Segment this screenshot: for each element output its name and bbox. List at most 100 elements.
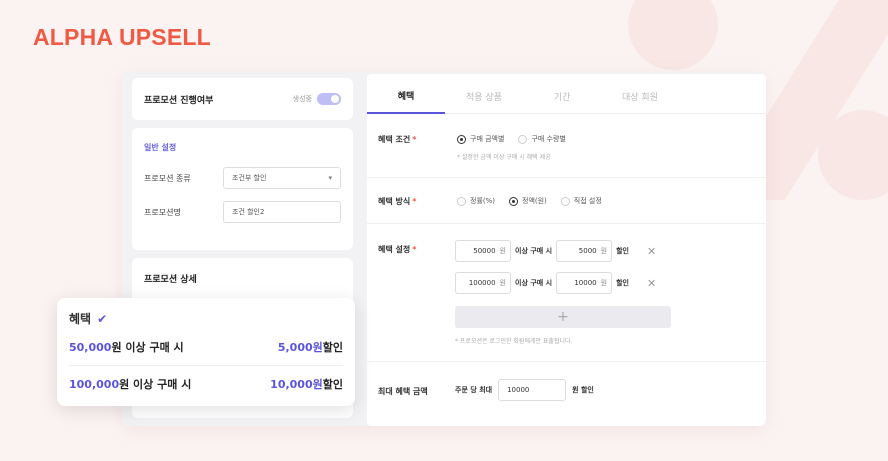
- promotion-name-value: 조건 할인2: [232, 208, 265, 216]
- active-toggle[interactable]: [317, 93, 341, 105]
- close-icon[interactable]: ✕: [647, 277, 656, 290]
- radio-selected-icon: [457, 134, 466, 144]
- unit-label: 원: [600, 279, 608, 287]
- promotion-detail-title: 프로모션 상세: [144, 275, 197, 285]
- summary-condition: 50,000원 이상 구매 시: [69, 339, 184, 355]
- tab-members[interactable]: 대상 회원: [601, 90, 679, 113]
- summary-discount: 5,000원할인: [278, 339, 343, 355]
- max-benefit-label: 최대 혜택 금액: [378, 387, 428, 396]
- summary-cond-text: 원 이상 구매 시: [119, 378, 192, 391]
- benefit-method-row: 혜택 방식 * 정률(%) 정액(원) 직접 설정: [367, 178, 766, 224]
- tab-bar: 혜택 적용 상품 기간 대상 회원: [367, 74, 766, 114]
- discount-input-2[interactable]: 10000 원: [556, 272, 613, 294]
- discount-suffix-1: 할인: [616, 247, 629, 255]
- max-benefit-line: 주문 당 최대 10000 원 할인: [455, 379, 594, 401]
- benefit-summary-title-text: 혜택: [69, 312, 92, 326]
- max-benefit-prefix: 주문 당 최대: [455, 386, 493, 394]
- benefit-summary-title: 혜택 ✔: [69, 310, 343, 327]
- threshold-input-2[interactable]: 100000 원: [455, 272, 511, 294]
- summary-row: 100,000원 이상 구매 시 10,000원할인: [69, 376, 343, 392]
- condition-radio-group: 구매 금액별 구매 수량별: [457, 134, 566, 144]
- max-benefit-suffix: 원 할인: [572, 386, 594, 394]
- radio-selected-icon: [509, 196, 518, 206]
- general-settings-card: 일반 설정 프로모션 종류 조건부 할인 ▾ 프로모션명 조건 할인2: [132, 128, 353, 250]
- unit-label: 원: [499, 279, 506, 287]
- radio-empty-icon: [560, 196, 570, 206]
- radio-empty-icon: [457, 196, 466, 206]
- summary-amount: 50,000: [69, 341, 112, 354]
- toggle-knob: [331, 95, 339, 103]
- promotion-type-label: 프로모션 종류: [144, 173, 191, 183]
- threshold-suffix-1: 이상 구매 시: [515, 247, 553, 255]
- radio-by-quantity[interactable]: 구매 수량별: [518, 134, 566, 144]
- benefit-method-text: 혜택 방식: [378, 197, 411, 206]
- required-mark: *: [412, 197, 417, 206]
- unit-label: 원: [600, 247, 608, 255]
- benefit-condition-text: 혜택 조건: [378, 135, 411, 144]
- radio-custom-label: 직접 설정: [573, 197, 602, 205]
- benefit-summary-card: 혜택 ✔ 50,000원 이상 구매 시 5,000원할인 100,000원 이…: [57, 298, 355, 406]
- discount-input-1[interactable]: 5000 원: [556, 240, 613, 262]
- promotion-type-value: 조건부 할인: [232, 174, 267, 182]
- benefit-condition-row: 혜택 조건 * 구매 금액별 구매 수량별 * 설정한 금액 이상 구매 시 혜택…: [367, 114, 766, 178]
- summary-discount-value: 10,000: [270, 378, 313, 391]
- benefit-condition-label: 혜택 조건 *: [378, 134, 416, 145]
- brand-logo: ALPHA UPSELL: [33, 24, 211, 50]
- benefit-line-2: 100000 원 이상 구매 시 10000 원 할인 ✕: [455, 272, 656, 294]
- status-control: 생성중: [293, 93, 341, 105]
- percent-circle-decoration: [628, 0, 718, 70]
- benefit-line-1: 50000 원 이상 구매 시 5000 원 할인 ✕: [455, 240, 656, 262]
- benefit-method-label: 혜택 방식 *: [378, 196, 416, 207]
- summary-discount-value: 5,000: [277, 341, 313, 354]
- close-icon[interactable]: ✕: [647, 245, 656, 258]
- radio-fixed[interactable]: 정액(원): [509, 196, 547, 206]
- required-mark: *: [412, 245, 417, 254]
- condition-hint: * 설정한 금액 이상 구매 시 혜택 제공: [457, 154, 551, 161]
- benefit-setting-row: 혜택 설정 * 50000 원 이상 구매 시 5000 원 할인 ✕ 100000 원…: [367, 224, 766, 362]
- tab-benefit[interactable]: 혜택: [367, 89, 445, 114]
- summary-unit: 원: [312, 378, 323, 391]
- status-text: 생성중: [292, 95, 312, 103]
- radio-by-amount[interactable]: 구매 금액별: [457, 134, 504, 144]
- threshold-input-1[interactable]: 50000 원: [455, 240, 511, 262]
- promotion-name-row: 프로모션명 조건 할인2: [144, 201, 341, 223]
- radio-percent[interactable]: 정률(%): [457, 196, 495, 206]
- max-benefit-row: 최대 혜택 금액 주문 당 최대 10000 원 할인: [367, 362, 766, 422]
- radio-by-quantity-label: 구매 수량별: [531, 135, 566, 143]
- chevron-down-icon: ▾: [328, 174, 332, 182]
- unit-label: 원: [499, 247, 506, 255]
- threshold-value-1: 50000: [473, 247, 496, 255]
- promotion-name-label: 프로모션명: [144, 207, 181, 217]
- max-benefit-value: 10000: [507, 386, 530, 394]
- threshold-suffix-2: 이상 구매 시: [515, 279, 553, 287]
- radio-percent-label: 정률(%): [470, 197, 495, 205]
- promotion-name-input[interactable]: 조건 할인2: [223, 201, 341, 223]
- discount-value-2: 10000: [574, 279, 597, 287]
- summary-cond-text: 원 이상 구매 시: [111, 341, 184, 354]
- method-radio-group: 정률(%) 정액(원) 직접 설정: [457, 196, 602, 206]
- discount-value-1: 5000: [578, 247, 597, 255]
- max-benefit-input[interactable]: 10000: [498, 379, 567, 401]
- benefit-setting-label: 혜택 설정 *: [378, 244, 416, 255]
- discount-suffix-2: 할인: [616, 279, 629, 287]
- summary-end-text: 할인: [322, 341, 343, 354]
- summary-condition: 100,000원 이상 구매 시: [69, 376, 191, 392]
- required-mark: *: [412, 135, 417, 144]
- check-icon: ✔: [97, 311, 108, 326]
- setting-hint: * 프로모션은 로그인한 회원에게만 표출됩니다.: [455, 338, 573, 345]
- summary-discount: 10,000원할인: [270, 376, 343, 392]
- benefit-panel: 혜택 적용 상품 기간 대상 회원 혜택 조건 * 구매 금액별 구매 수량별 *…: [367, 74, 766, 426]
- threshold-value-2: 100000: [468, 279, 496, 287]
- add-benefit-button[interactable]: +: [455, 306, 671, 328]
- summary-unit: 원: [312, 341, 323, 354]
- summary-end-text: 할인: [322, 378, 343, 391]
- general-settings-title: 일반 설정: [144, 143, 177, 152]
- promotion-type-select[interactable]: 조건부 할인 ▾: [223, 167, 341, 189]
- divider: [69, 365, 343, 366]
- radio-fixed-label: 정액(원): [522, 197, 547, 205]
- radio-custom[interactable]: 직접 설정: [560, 196, 602, 206]
- tab-products[interactable]: 적용 상품: [445, 90, 523, 113]
- summary-row: 50,000원 이상 구매 시 5,000원할인: [69, 339, 343, 355]
- promotion-type-row: 프로모션 종류 조건부 할인 ▾: [144, 167, 341, 189]
- tab-period[interactable]: 기간: [523, 90, 601, 113]
